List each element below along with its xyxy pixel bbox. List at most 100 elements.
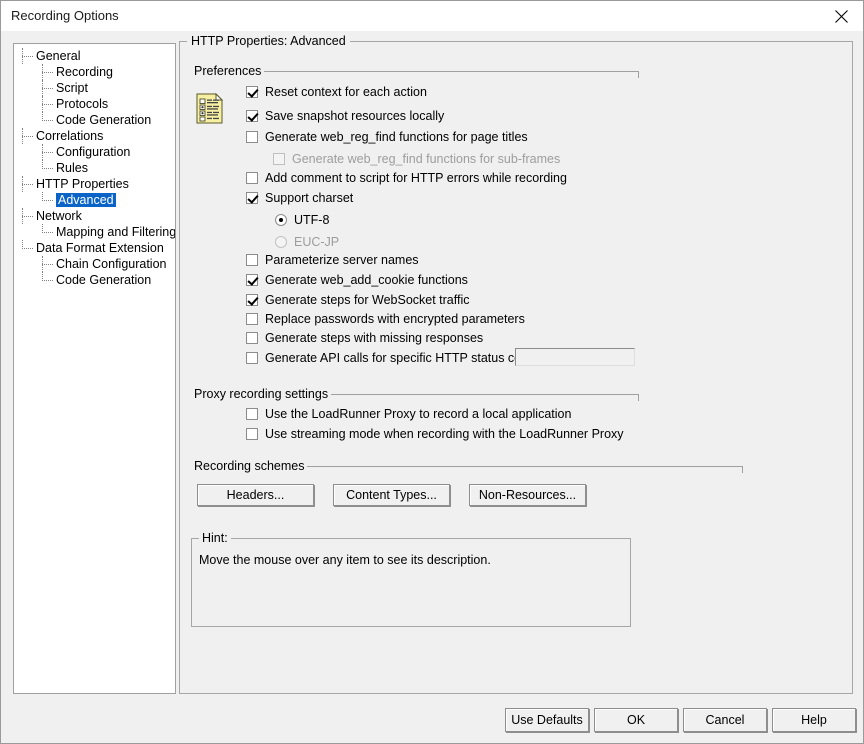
tree-item-mapping-and-filtering[interactable]: Mapping and Filtering	[14, 224, 175, 240]
help-button[interactable]: Help	[772, 708, 856, 732]
checkbox-icon[interactable]	[246, 192, 258, 204]
checkbox-icon[interactable]	[246, 332, 258, 344]
checkbox-row[interactable]: Generate web_add_cookie functions	[246, 273, 468, 287]
checkbox-icon[interactable]	[246, 428, 258, 440]
checkbox-row[interactable]: Add comment to script for HTTP errors wh…	[246, 171, 567, 185]
tree-item-label: Protocols	[56, 97, 109, 111]
recording-options-dialog: Recording Options General Recording Script…	[0, 0, 864, 744]
ok-button[interactable]: OK	[594, 708, 678, 732]
checkbox-label: Use the LoadRunner Proxy to record a loc…	[265, 407, 572, 421]
checkbox-icon	[273, 153, 285, 165]
non-resources-button[interactable]: Non-Resources...	[469, 484, 586, 506]
window-title: Recording Options	[11, 8, 119, 23]
checkbox-icon[interactable]	[246, 313, 258, 325]
tree-item-label: Correlations	[36, 129, 104, 143]
navigation-tree[interactable]: General Recording Script Protocols Code Gene…	[13, 43, 176, 694]
checkbox-icon[interactable]	[246, 352, 258, 364]
tree-item-network[interactable]: Network	[14, 208, 175, 224]
tree-item-rules[interactable]: Rules	[14, 160, 175, 176]
tree-item-script[interactable]: Script	[14, 80, 175, 96]
checkbox-row[interactable]: Parameterize server names	[246, 253, 419, 267]
checkbox-row[interactable]: Use streaming mode when recording with t…	[246, 427, 624, 441]
close-icon[interactable]	[819, 1, 863, 31]
tree-item-label: General	[36, 49, 81, 63]
tree-item-label: HTTP Properties	[36, 177, 129, 191]
checkbox-row[interactable]: Generate steps with missing responses	[246, 331, 483, 345]
tree-item-general[interactable]: General	[14, 48, 175, 64]
tree-item-label: Rules	[56, 161, 88, 175]
dialog-footer: Use Defaults OK Cancel Help	[2, 698, 862, 743]
radio-icon[interactable]	[275, 214, 287, 226]
checkbox-label: Reset context for each action	[265, 85, 427, 99]
checkbox-row[interactable]: Reset context for each action	[246, 85, 427, 99]
checkbox-icon[interactable]	[246, 254, 258, 266]
checkbox-label: Generate steps with missing responses	[265, 331, 484, 345]
checkbox-row[interactable]: Save snapshot resources locally	[246, 109, 444, 123]
checkbox-row[interactable]: Replace passwords with encrypted paramet…	[246, 312, 525, 326]
tree-item-correlations[interactable]: Correlations	[14, 128, 175, 144]
use-defaults-button[interactable]: Use Defaults	[505, 708, 589, 732]
radio-row: EUC-JP	[275, 235, 339, 249]
checkbox-row[interactable]: Use the LoadRunner Proxy to record a loc…	[246, 407, 571, 421]
checkbox-label: Generate web_add_cookie functions	[265, 273, 468, 287]
checkbox-row[interactable]: Generate steps for WebSocket traffic	[246, 293, 470, 307]
checkbox-icon[interactable]	[246, 110, 258, 122]
checkbox-label: Use streaming mode when recording with t…	[265, 427, 624, 441]
checkbox-label: Parameterize server names	[265, 253, 419, 267]
checkbox-icon[interactable]	[246, 294, 258, 306]
tree-item-label: Script	[56, 81, 88, 95]
checkbox-icon[interactable]	[246, 274, 258, 286]
tree-item-label: Mapping and Filtering	[56, 225, 176, 239]
proxy-group-line	[309, 394, 639, 395]
tree-item-advanced[interactable]: Advanced	[14, 192, 175, 208]
proxy-group-tick	[638, 394, 639, 401]
schemes-group-line	[291, 466, 743, 467]
radio-row[interactable]: UTF-8	[275, 213, 329, 227]
preferences-group-line	[259, 71, 639, 72]
checkbox-row[interactable]: Generate web_reg_find functions for page…	[246, 130, 528, 144]
tree-item-chain-configuration[interactable]: Chain Configuration	[14, 256, 175, 272]
radio-label: EUC-JP	[294, 235, 340, 249]
content-types-button[interactable]: Content Types...	[333, 484, 450, 506]
tree-item-code-generation[interactable]: Code Generation	[14, 272, 175, 288]
tree-item-label: Code Generation	[56, 113, 152, 127]
checkbox-icon[interactable]	[246, 86, 258, 98]
hint-text: Move the mouse over any item to see its …	[199, 553, 491, 567]
radio-icon	[275, 236, 287, 248]
checkbox-label: Generate steps for WebSocket traffic	[265, 293, 470, 307]
tree-item-label: Code Generation	[56, 273, 152, 287]
checkbox-icon[interactable]	[246, 408, 258, 420]
tree-item-label: Chain Configuration	[56, 257, 167, 271]
proxy-group-caption: Proxy recording settings	[191, 387, 332, 401]
tree-item-protocols[interactable]: Protocols	[14, 96, 175, 112]
checkbox-row[interactable]: Support charset	[246, 191, 353, 205]
navigation-tree-list: General Recording Script Protocols Code Gene…	[14, 44, 175, 288]
headers-button[interactable]: Headers...	[197, 484, 314, 506]
panel-title: HTTP Properties: Advanced	[187, 34, 350, 48]
checkbox-row[interactable]: Generate API calls for specific HTTP sta…	[246, 351, 545, 365]
tree-item-configuration[interactable]: Configuration	[14, 144, 175, 160]
tree-item-label: Network	[36, 209, 82, 223]
cancel-button[interactable]: Cancel	[683, 708, 767, 732]
checkbox-label: Generate web_reg_find functions for sub-…	[292, 152, 561, 166]
hint-caption: Hint:	[199, 531, 231, 545]
checkbox-icon[interactable]	[246, 131, 258, 143]
radio-label: UTF-8	[294, 213, 330, 227]
tree-item-code-generation[interactable]: Code Generation	[14, 112, 175, 128]
schemes-group-tick	[742, 466, 743, 473]
tree-item-data-format-extension[interactable]: Data Format Extension	[14, 240, 175, 256]
checkbox-label: Save snapshot resources locally	[265, 109, 445, 123]
hint-box	[191, 538, 631, 627]
checkbox-icon[interactable]	[246, 172, 258, 184]
preferences-list-icon	[196, 92, 224, 125]
tree-item-recording[interactable]: Recording	[14, 64, 175, 80]
tree-item-label: Data Format Extension	[36, 241, 164, 255]
checkbox-label: Add comment to script for HTTP errors wh…	[265, 171, 567, 185]
title-bar: Recording Options	[1, 1, 863, 31]
tree-item-http-properties[interactable]: HTTP Properties	[14, 176, 175, 192]
preferences-group-caption: Preferences	[191, 64, 265, 78]
checkbox-label: Generate API calls for specific HTTP sta…	[265, 351, 545, 365]
checkbox-row: Generate web_reg_find functions for sub-…	[273, 152, 560, 166]
http-status-codes-input[interactable]	[515, 348, 635, 366]
tree-item-label: Configuration	[56, 145, 131, 159]
